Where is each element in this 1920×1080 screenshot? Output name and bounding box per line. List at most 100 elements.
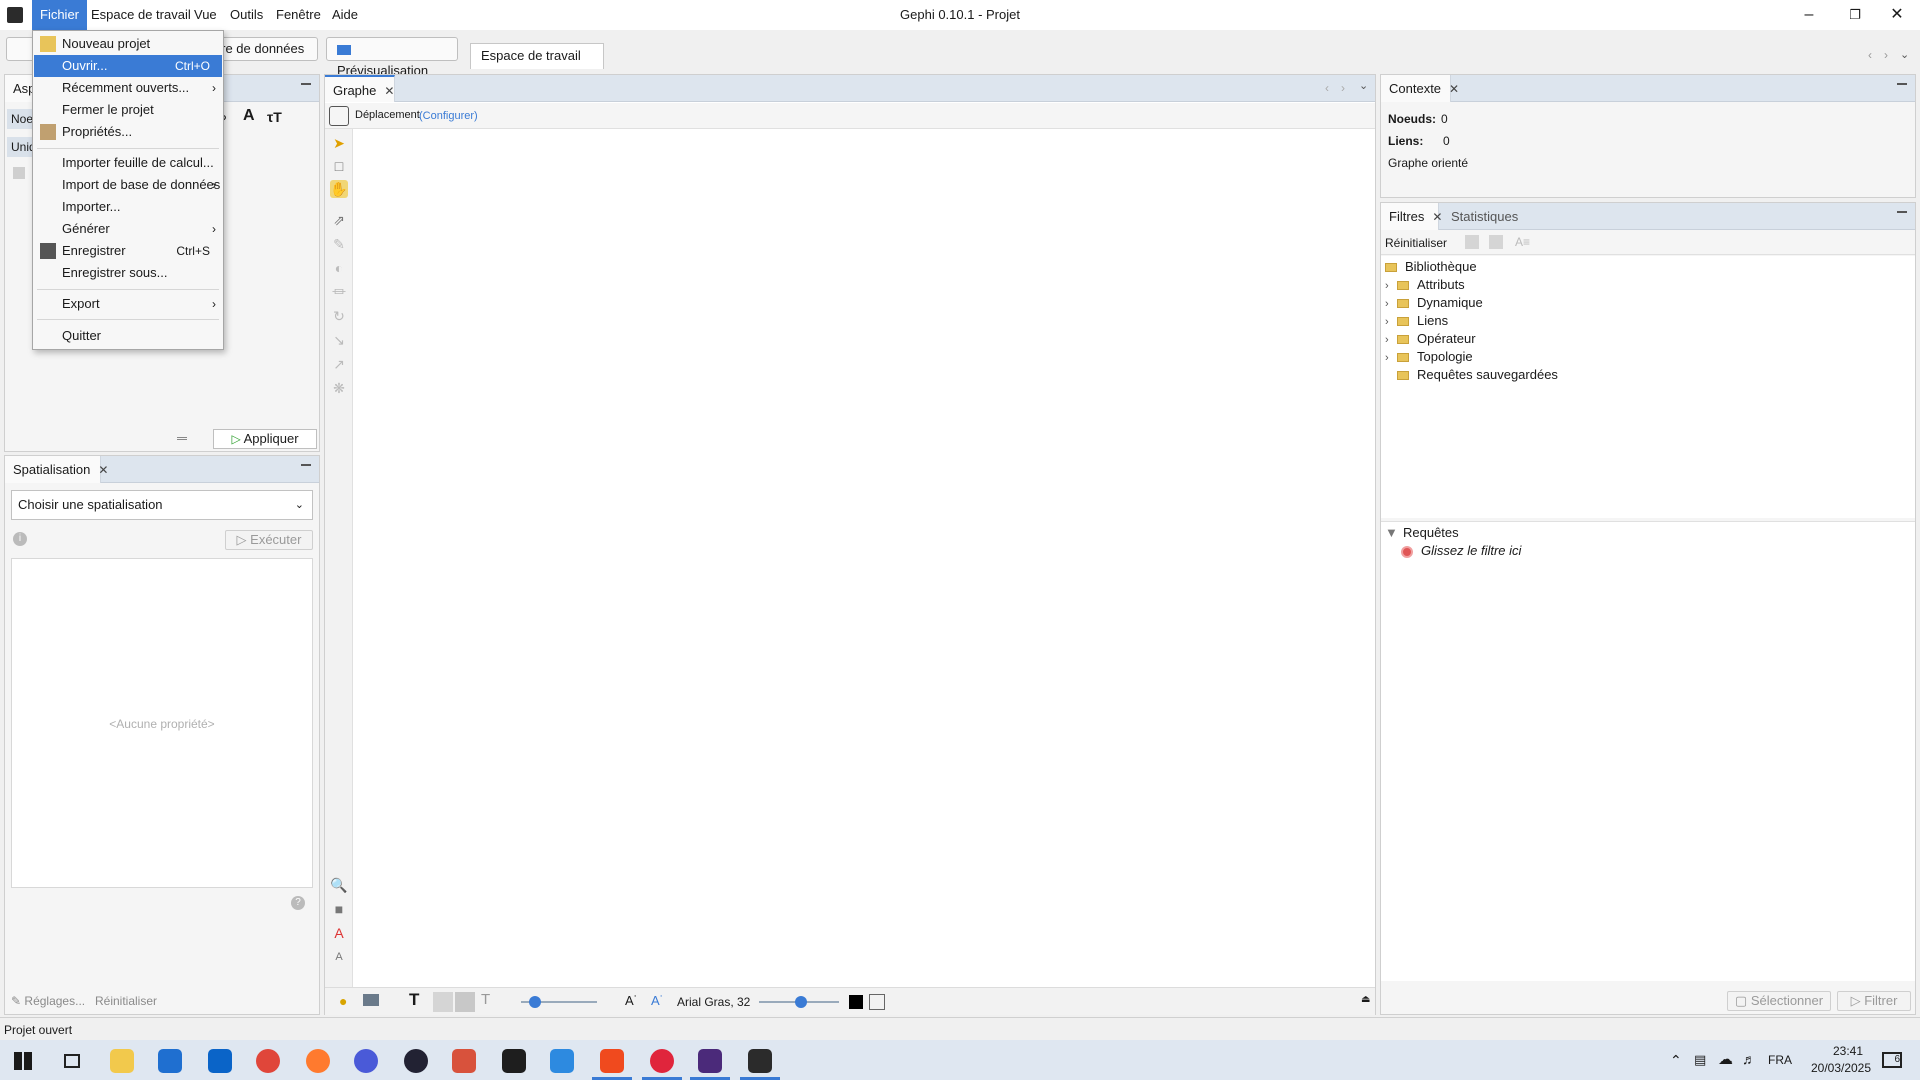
minimize-icon[interactable]: [301, 464, 311, 466]
tab-graphe[interactable]: Graphe ✕: [325, 75, 395, 102]
tab-statistiques[interactable]: Statistiques: [1443, 203, 1526, 230]
chevron-right-icon[interactable]: ›: [1385, 295, 1397, 313]
close-icon[interactable]: ✕: [98, 463, 108, 477]
preview-button[interactable]: Prévisualisation: [326, 37, 458, 78]
tree-item-dynamique[interactable]: › Dynamique: [1385, 294, 1483, 312]
app-icon[interactable]: [452, 1049, 476, 1073]
eject-icon[interactable]: ⏏: [1361, 994, 1370, 1005]
chevron-down-icon[interactable]: ⌄: [1900, 48, 1909, 61]
menu-item-open[interactable]: Ouvrir... Ctrl+O: [34, 55, 222, 77]
network-icon[interactable]: ▤: [1694, 1052, 1706, 1068]
file-explorer-icon[interactable]: [110, 1049, 134, 1073]
lightbulb-icon[interactable]: ●: [339, 993, 347, 1009]
chevron-right-icon[interactable]: ›: [1341, 81, 1345, 95]
attribute-icon[interactable]: [869, 994, 885, 1010]
info-icon[interactable]: i: [13, 532, 27, 546]
menu-item-new-project[interactable]: Nouveau projet: [34, 33, 222, 55]
chevron-right-icon[interactable]: ›: [1385, 349, 1397, 367]
close-window-button[interactable]: ✕: [1874, 0, 1920, 30]
run-button[interactable]: ▷ Exécuter: [225, 530, 313, 550]
auto-refresh-icon[interactable]: A≡: [1515, 235, 1530, 249]
label-size-icon[interactable]: τT: [267, 109, 282, 125]
firefox-icon[interactable]: [306, 1049, 330, 1073]
menu-fenetre[interactable]: Fenêtre: [268, 0, 329, 30]
shortest-path-icon[interactable]: ↗: [330, 355, 348, 373]
app-icon[interactable]: [404, 1049, 428, 1073]
rectangle-select-icon[interactable]: □: [330, 157, 348, 175]
rotate-icon[interactable]: ↻: [330, 307, 348, 325]
slider-thumb[interactable]: [529, 996, 541, 1008]
tree-item-attributs[interactable]: › Attributs: [1385, 276, 1465, 294]
menu-item-save[interactable]: Enregistrer Ctrl+S: [34, 240, 222, 262]
screenshot-icon[interactable]: [363, 994, 379, 1006]
menu-outils[interactable]: Outils: [222, 0, 271, 30]
label-color-icon[interactable]: A: [243, 107, 255, 125]
background-color-icon[interactable]: ■: [330, 900, 348, 918]
menu-item-properties[interactable]: Propriétés...: [34, 121, 222, 143]
workspace-tab[interactable]: Espace de travail 1✕: [470, 43, 604, 87]
close-icon[interactable]: ✕: [1449, 82, 1459, 96]
text-size-icon[interactable]: T: [481, 991, 490, 1008]
select-neighbors-icon[interactable]: ⇗: [330, 211, 348, 229]
minimize-window-button[interactable]: –: [1786, 0, 1832, 30]
menu-item-generate[interactable]: Générer ›: [34, 218, 222, 240]
menu-item-import-database[interactable]: Import de base de données ›: [34, 174, 222, 196]
chrome-icon[interactable]: [256, 1049, 280, 1073]
color-swatch[interactable]: [849, 995, 863, 1009]
minimize-icon[interactable]: [301, 83, 311, 85]
app-icon[interactable]: [550, 1049, 574, 1073]
notification-icon[interactable]: 6: [1882, 1052, 1902, 1068]
edge-icon[interactable]: [433, 992, 453, 1012]
menu-item-import[interactable]: Importer...: [34, 196, 222, 218]
clock-time[interactable]: 23:41: [1818, 1044, 1878, 1058]
chevron-right-icon[interactable]: ›: [1385, 331, 1397, 349]
menu-item-recent[interactable]: Récemment ouverts... ›: [34, 77, 222, 99]
menu-item-import-spreadsheet[interactable]: Importer feuille de calcul...: [34, 152, 222, 174]
menu-item-save-as[interactable]: Enregistrer sous...: [34, 262, 222, 284]
drop-zone[interactable]: Glissez le filtre ici: [1401, 542, 1521, 560]
volume-icon[interactable]: ♬: [1742, 1051, 1756, 1067]
heat-map-icon[interactable]: ❋: [330, 379, 348, 397]
edge-pencil-icon[interactable]: ↘: [330, 331, 348, 349]
select-button[interactable]: ▢ Sélectionner: [1727, 991, 1831, 1011]
minimize-icon[interactable]: [1897, 83, 1907, 85]
pointer-icon[interactable]: ➤: [330, 134, 348, 152]
tab-spatialisation[interactable]: Spatialisation ✕: [5, 456, 108, 483]
settings-link[interactable]: ✎ Réglages...: [11, 994, 85, 1008]
menu-item-quit[interactable]: Quitter: [34, 325, 222, 347]
text-color-icon[interactable]: A: [330, 924, 348, 942]
color-swatch[interactable]: [13, 167, 25, 179]
apply-button[interactable]: ▷ Appliquer: [213, 429, 317, 449]
windows-start-icon[interactable]: [14, 1052, 32, 1070]
reset-filters-button[interactable]: Réinitialiser: [1385, 236, 1447, 250]
menu-item-close-project[interactable]: Fermer le projet: [34, 99, 222, 121]
opera-icon[interactable]: [650, 1049, 674, 1073]
brave-icon[interactable]: [600, 1049, 624, 1073]
label-toggle-icon[interactable]: T: [409, 990, 419, 1010]
outlook-icon[interactable]: [208, 1049, 232, 1073]
restore-window-button[interactable]: ❐: [1832, 0, 1878, 30]
tree-item-liens[interactable]: › Liens: [1385, 312, 1448, 330]
font-decrease-icon[interactable]: A˙: [625, 993, 638, 1008]
task-view-icon[interactable]: [64, 1054, 80, 1068]
zoom-icon[interactable]: 🔍: [330, 876, 348, 894]
font-label[interactable]: Arial Gras, 32: [677, 995, 750, 1009]
close-icon[interactable]: ✕: [1432, 210, 1442, 224]
reset-layout-link[interactable]: Réinitialiser: [95, 994, 157, 1008]
painter-icon[interactable]: ✎: [330, 235, 348, 253]
chevron-right-icon[interactable]: ›: [1385, 313, 1397, 331]
slider-thumb[interactable]: [795, 996, 807, 1008]
library-root[interactable]: Bibliothèque: [1385, 258, 1477, 276]
cloud-icon[interactable]: ☁: [1718, 1050, 1733, 1068]
edge-scale-slider[interactable]: [521, 996, 597, 1008]
figma-icon[interactable]: [502, 1049, 526, 1073]
export-icon[interactable]: [1489, 235, 1503, 249]
clock-date[interactable]: 20/03/2025: [1802, 1061, 1880, 1075]
app-icon[interactable]: [698, 1049, 722, 1073]
minimize-icon[interactable]: [1897, 211, 1907, 213]
close-icon[interactable]: ✕: [384, 84, 394, 98]
brush-icon[interactable]: ⏛: [330, 283, 348, 301]
tab-contexte[interactable]: Contexte ✕: [1381, 75, 1459, 102]
size-icon[interactable]: ◐: [330, 259, 348, 277]
layout-select[interactable]: Choisir une spatialisation ⌄: [11, 490, 313, 520]
